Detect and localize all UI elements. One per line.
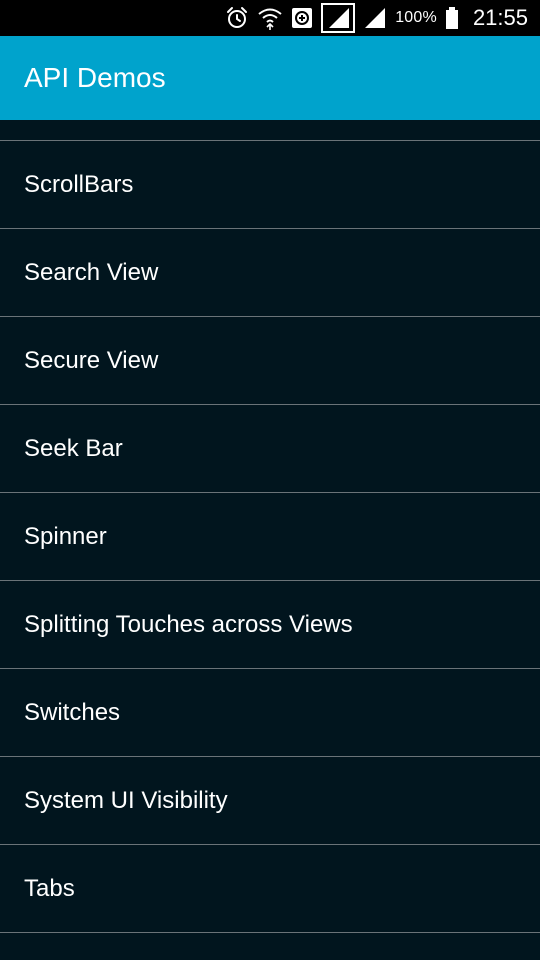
- demo-list[interactable]: ScrollBars Search View Secure View Seek …: [0, 120, 540, 960]
- status-time: 21:55: [472, 5, 528, 30]
- list-item-system-ui-visibility[interactable]: System UI Visibility: [0, 757, 540, 845]
- app-title: API Demos: [24, 62, 166, 93]
- signal-sim1-icon: [321, 3, 356, 33]
- list-item-label: Seek Bar: [24, 435, 123, 462]
- wifi-icon: [257, 6, 283, 30]
- list-item-label: Search View: [24, 259, 159, 286]
- app-bar: API Demos: [0, 36, 540, 120]
- list-item-spinner[interactable]: Spinner: [0, 493, 540, 581]
- list-item-label: Switches: [24, 699, 121, 726]
- list-item-seek-bar[interactable]: Seek Bar: [0, 405, 540, 493]
- list-item-label: Secure View: [24, 347, 159, 374]
- alarm-icon: [225, 6, 249, 30]
- battery-percentage: 100%: [395, 9, 437, 26]
- list-item-label: System UI Visibility: [24, 787, 228, 814]
- list-item-secure-view[interactable]: Secure View: [0, 317, 540, 405]
- status-bar: 100% 21:55: [0, 0, 540, 36]
- list-item-scrollbars[interactable]: ScrollBars: [0, 141, 540, 229]
- list-item-label: Tabs: [24, 875, 75, 902]
- data-saver-icon: [291, 7, 313, 29]
- list-item-label: ScrollBars: [24, 171, 134, 198]
- list-item-tabs[interactable]: Tabs: [0, 845, 540, 933]
- battery-icon: [445, 6, 459, 30]
- list-item-label: Spinner: [24, 523, 107, 550]
- list-item-label: Splitting Touches across Views: [24, 611, 353, 638]
- list-item-search-view[interactable]: Search View: [0, 229, 540, 317]
- signal-sim2-icon: [363, 6, 387, 30]
- list-item-splitting-touches[interactable]: Splitting Touches across Views: [0, 581, 540, 669]
- status-icons: 100% 21:55: [225, 0, 528, 36]
- list-item-switches[interactable]: Switches: [0, 669, 540, 757]
